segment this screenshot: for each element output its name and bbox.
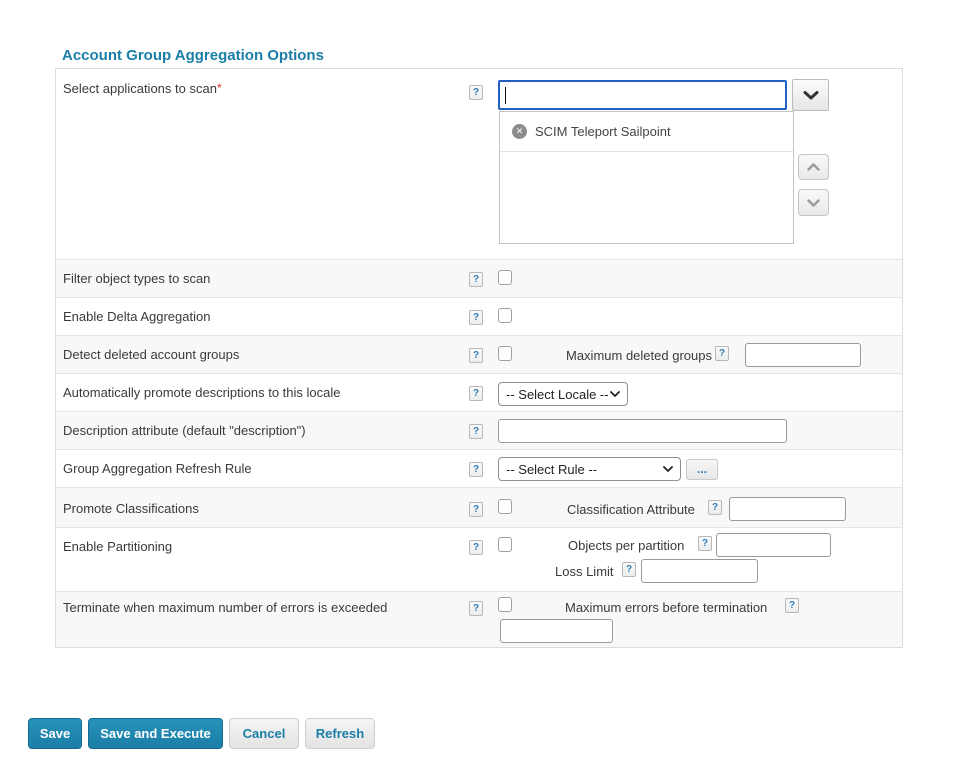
dropdown-item-label: SCIM Teleport Sailpoint xyxy=(535,124,671,139)
row-label: Promote Classifications xyxy=(63,501,199,516)
delta-aggregation-checkbox[interactable] xyxy=(498,308,512,323)
classification-attribute-input[interactable] xyxy=(729,497,846,521)
row-terminate-on-errors: Terminate when maximum number of errors … xyxy=(56,591,902,647)
help-icon[interactable]: ? xyxy=(785,598,799,613)
loss-limit-label: Loss Limit xyxy=(555,564,614,579)
help-icon[interactable]: ? xyxy=(469,540,483,555)
chevron-down-icon xyxy=(807,199,820,207)
row-refresh-rule: Group Aggregation Refresh Rule ? -- Sele… xyxy=(56,449,902,487)
help-icon[interactable]: ? xyxy=(469,601,483,616)
loss-limit-input[interactable] xyxy=(641,559,758,583)
applications-dropdown-panel: ✕ SCIM Teleport Sailpoint xyxy=(499,111,794,244)
row-label: Terminate when maximum number of errors … xyxy=(63,600,387,615)
help-icon[interactable]: ? xyxy=(698,536,712,551)
row-detect-deleted: Detect deleted account groups ? Maximum … xyxy=(56,335,902,373)
move-down-button[interactable] xyxy=(798,189,829,216)
refresh-button[interactable]: Refresh xyxy=(305,718,375,749)
account-group-aggregation-page: Account Group Aggregation Options Select… xyxy=(0,0,953,772)
row-label: Description attribute (default "descript… xyxy=(63,423,306,438)
detect-deleted-checkbox[interactable] xyxy=(498,346,512,361)
filter-object-types-checkbox[interactable] xyxy=(498,270,512,285)
x-circle-icon[interactable]: ✕ xyxy=(512,124,527,139)
row-label: Detect deleted account groups xyxy=(63,347,239,362)
combobox-dropdown-button[interactable] xyxy=(792,79,829,111)
terminate-on-errors-checkbox[interactable] xyxy=(498,597,512,612)
help-icon[interactable]: ? xyxy=(469,85,483,100)
locale-select-value: -- Select Locale -- xyxy=(506,387,609,402)
row-label: Group Aggregation Refresh Rule xyxy=(63,461,252,476)
save-button[interactable]: Save xyxy=(28,718,82,749)
row-select-applications: Select applications to scan* ? ✕ SCIM Te… xyxy=(56,69,902,259)
help-icon[interactable]: ? xyxy=(469,424,483,439)
text-caret xyxy=(505,87,506,104)
page-title: Account Group Aggregation Options xyxy=(62,47,324,64)
chevron-up-icon xyxy=(807,163,820,171)
max-deleted-groups-input[interactable] xyxy=(745,343,861,367)
row-label: Select applications to scan* xyxy=(63,81,222,96)
chevron-down-icon xyxy=(610,391,620,397)
row-enable-delta: Enable Delta Aggregation ? xyxy=(56,297,902,335)
row-description-attribute: Description attribute (default "descript… xyxy=(56,411,902,449)
options-table: Select applications to scan* ? ✕ SCIM Te… xyxy=(55,68,903,648)
required-marker: * xyxy=(217,81,222,95)
applications-combobox[interactable] xyxy=(498,80,787,110)
save-and-execute-button[interactable]: Save and Execute xyxy=(88,718,223,749)
row-label: Automatically promote descriptions to th… xyxy=(63,385,340,400)
dropdown-item-selected[interactable]: ✕ SCIM Teleport Sailpoint xyxy=(500,112,793,152)
objects-per-partition-label: Objects per partition xyxy=(568,538,684,553)
locale-select[interactable]: -- Select Locale -- xyxy=(498,382,628,406)
cancel-button[interactable]: Cancel xyxy=(229,718,299,749)
row-label: Enable Partitioning xyxy=(63,539,172,554)
row-promote-classifications: Promote Classifications ? Classification… xyxy=(56,487,902,527)
rule-browse-button[interactable]: ... xyxy=(686,459,718,480)
max-errors-label: Maximum errors before termination xyxy=(565,600,767,615)
row-label: Enable Delta Aggregation xyxy=(63,309,210,324)
max-errors-input[interactable] xyxy=(500,619,613,643)
classification-attribute-label: Classification Attribute xyxy=(567,502,695,517)
help-icon[interactable]: ? xyxy=(622,562,636,577)
description-attribute-input[interactable] xyxy=(498,419,787,443)
refresh-rule-select[interactable]: -- Select Rule -- xyxy=(498,457,681,481)
row-filter-object-types: Filter object types to scan ? xyxy=(56,259,902,297)
chevron-down-icon xyxy=(803,91,819,100)
chevron-down-icon xyxy=(663,466,673,472)
help-icon[interactable]: ? xyxy=(469,310,483,325)
help-icon[interactable]: ? xyxy=(469,348,483,363)
help-icon[interactable]: ? xyxy=(469,502,483,517)
max-deleted-groups-label: Maximum deleted groups xyxy=(566,348,712,363)
help-icon[interactable]: ? xyxy=(469,386,483,401)
objects-per-partition-input[interactable] xyxy=(716,533,831,557)
help-icon[interactable]: ? xyxy=(708,500,722,515)
row-enable-partitioning: Enable Partitioning ? Objects per partit… xyxy=(56,527,902,591)
promote-classifications-checkbox[interactable] xyxy=(498,499,512,514)
help-icon[interactable]: ? xyxy=(469,462,483,477)
move-up-button[interactable] xyxy=(798,154,829,180)
row-promote-locale: Automatically promote descriptions to th… xyxy=(56,373,902,411)
enable-partitioning-checkbox[interactable] xyxy=(498,537,512,552)
row-label: Filter object types to scan xyxy=(63,271,210,286)
help-icon[interactable]: ? xyxy=(469,272,483,287)
help-icon[interactable]: ? xyxy=(715,346,729,361)
refresh-rule-select-value: -- Select Rule -- xyxy=(506,462,597,477)
